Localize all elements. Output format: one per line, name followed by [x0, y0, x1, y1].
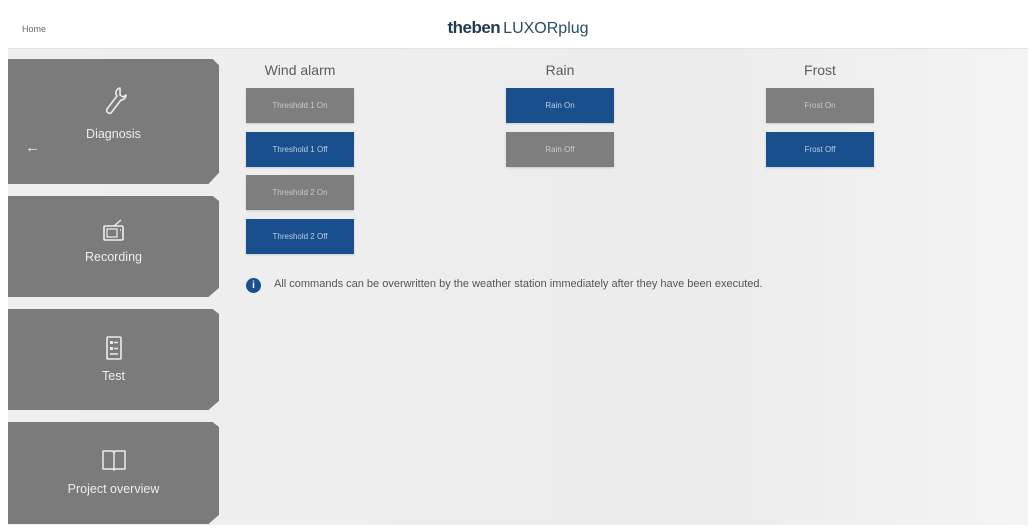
top-bar: Home theben LUXORplug: [8, 10, 1028, 49]
sidebar-item-recording[interactable]: Recording: [8, 196, 219, 297]
product-name: LUXORplug: [503, 20, 589, 37]
threshold-2-off-button[interactable]: Threshold 2 Off: [246, 219, 354, 254]
rain-heading: Rain: [545, 62, 575, 78]
sidebar-item-test[interactable]: Test: [8, 309, 219, 410]
sidebar-item-label: Test: [102, 369, 125, 383]
tv-icon: [102, 219, 124, 241]
wrench-icon: [105, 87, 127, 115]
brand-name: theben: [447, 18, 501, 37]
rain-off-button[interactable]: Rain Off: [506, 132, 614, 167]
sidebar-item-project-overview[interactable]: Project overview: [8, 422, 219, 524]
frost-heading: Frost: [804, 62, 836, 78]
frost-on-button[interactable]: Frost On: [766, 88, 874, 123]
rain-on-button[interactable]: Rain On: [506, 88, 614, 123]
sidebar-item-label: Recording: [85, 250, 142, 264]
book-icon: [101, 450, 126, 471]
threshold-1-on-button[interactable]: Threshold 1 On: [246, 88, 354, 123]
sidebar-item-diagnosis[interactable]: ← Diagnosis: [8, 59, 219, 184]
frost-off-button[interactable]: Frost Off: [766, 132, 874, 167]
wind-alarm-heading: Wind alarm: [264, 62, 336, 78]
info-text: All commands can be overwritten by the w…: [274, 278, 763, 290]
threshold-1-off-button[interactable]: Threshold 1 Off: [246, 132, 354, 167]
info-icon: i: [246, 278, 261, 293]
back-arrow-icon[interactable]: ←: [25, 139, 40, 156]
app-logo: theben LUXORplug: [8, 18, 1028, 38]
sidebar-item-label: Project overview: [67, 482, 160, 496]
threshold-2-on-button[interactable]: Threshold 2 On: [246, 175, 354, 210]
checklist-icon: [105, 336, 122, 360]
